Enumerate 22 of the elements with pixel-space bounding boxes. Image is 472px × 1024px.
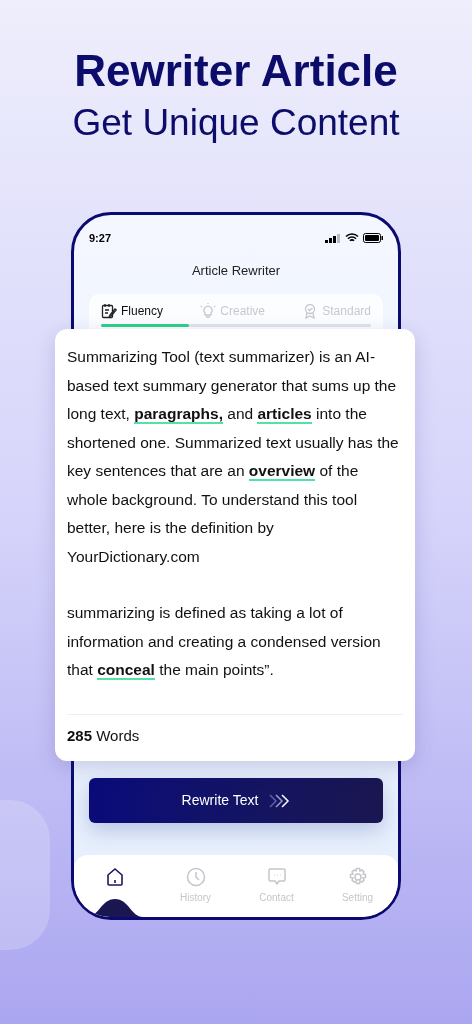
nav-tab[interactable]: History — [155, 855, 236, 917]
clock-icon — [185, 867, 206, 887]
home-icon — [104, 867, 125, 887]
subheadline: Get Unique Content — [72, 101, 400, 145]
signal-icon — [325, 233, 341, 243]
headline: Rewriter Article — [74, 46, 398, 96]
wifi-icon — [345, 233, 359, 244]
status-time: 9:27 — [89, 231, 112, 246]
article-paragraph: summarizing is defined as taking a lot of information and creating a condensed version that conceal the main points”. — [67, 603, 382, 682]
settings-icon — [347, 867, 368, 887]
article-paragraph: Summarizing Tool (text summarizer) is an AI-based text summary generator that sums up the long text, paragraphs, and articles into the shortened one. Summarized text usually has the key sentences that are an overview of the whole background. To understand this tool better, here is the definition by YourDictionary.com — [67, 347, 400, 567]
lightbulb-icon — [200, 303, 217, 319]
rewrite-button[interactable]: Rewrite Text — [89, 778, 383, 823]
chat-icon — [266, 867, 287, 887]
battery-icon — [363, 233, 383, 244]
app-title: Article Rewriter — [190, 261, 282, 280]
mode-tab[interactable]: Fluency — [101, 302, 164, 320]
word-count: 285 Words — [67, 725, 141, 746]
notepad-pen-icon — [101, 303, 117, 319]
chevrons-icon — [268, 793, 291, 808]
nav-tab[interactable]: Contact — [236, 855, 317, 917]
nav-tab[interactable]: Setting — [317, 855, 398, 917]
